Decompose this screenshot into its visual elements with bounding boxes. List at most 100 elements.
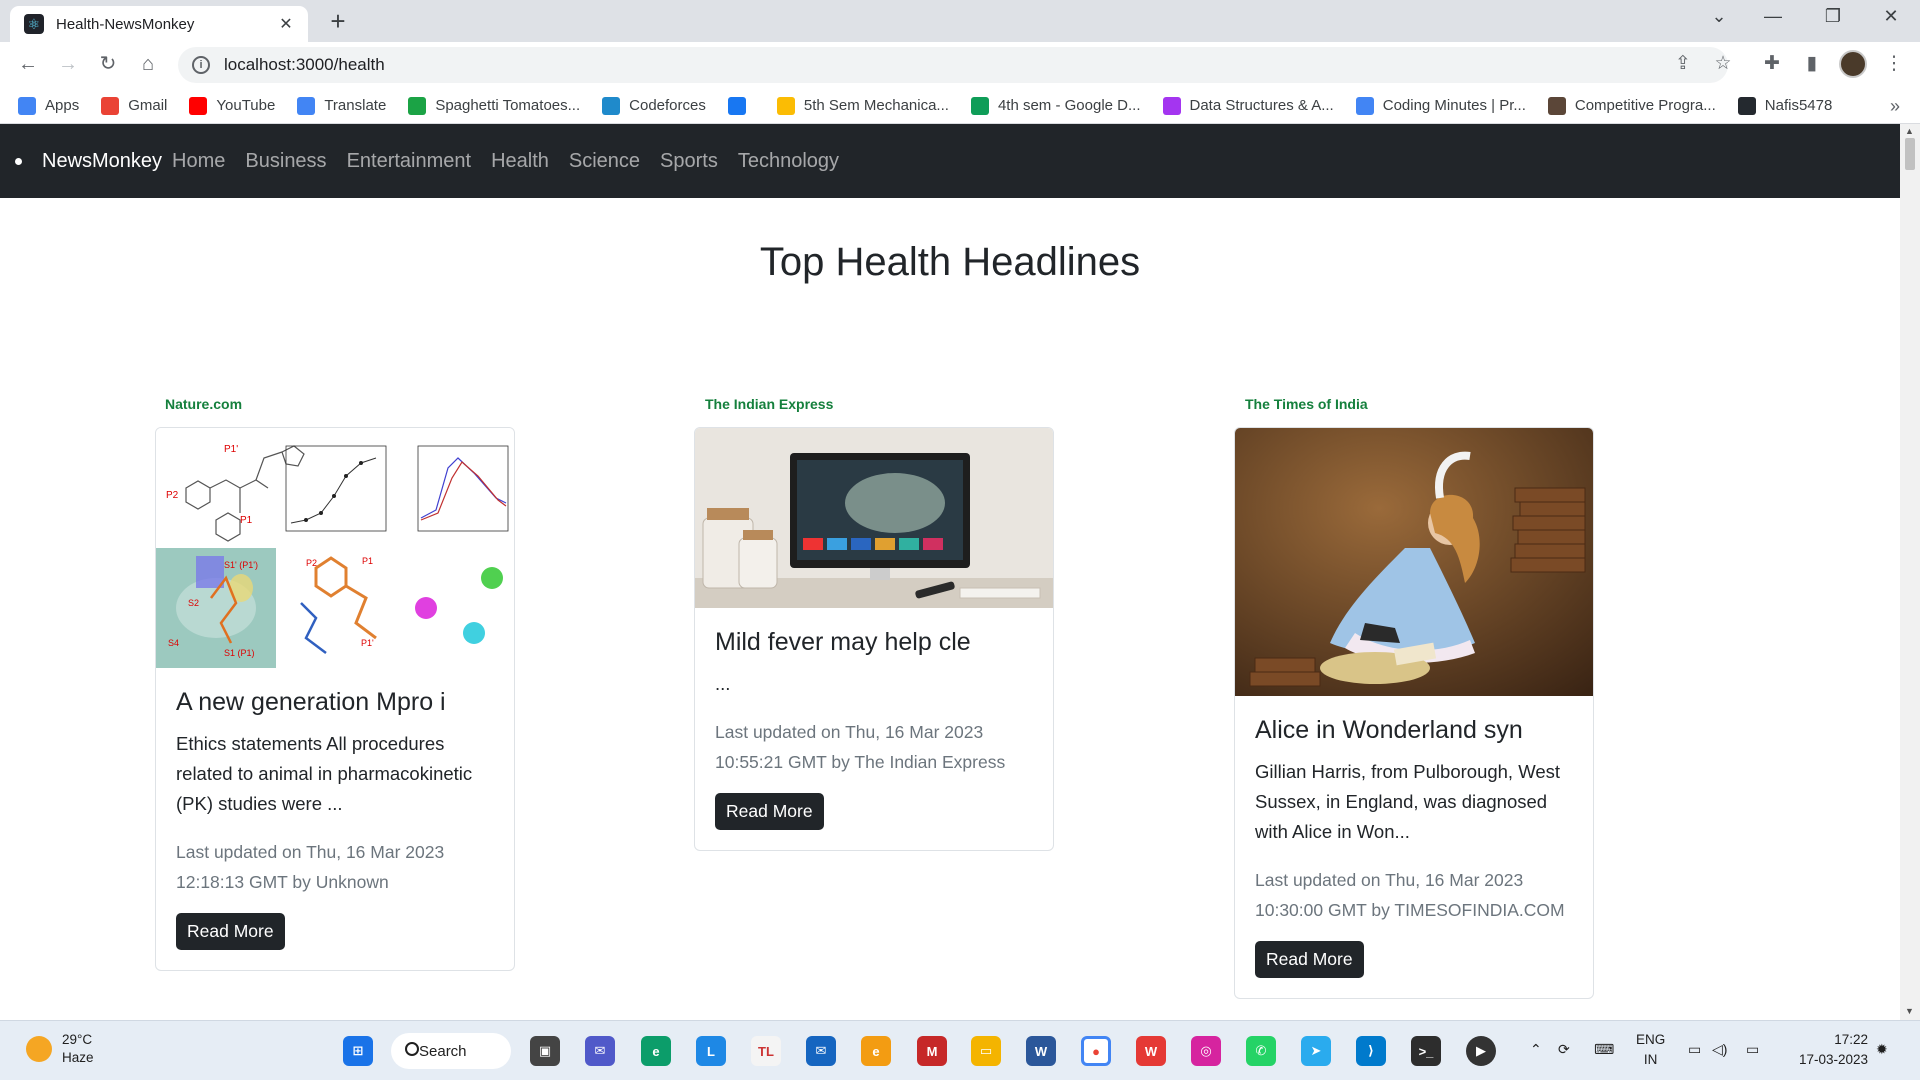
chevron-right-icon[interactable]: » — [1890, 96, 1900, 117]
scroll-down-icon[interactable]: ▼ — [1905, 1006, 1914, 1016]
article-image — [695, 428, 1053, 608]
telegram-icon[interactable]: ➤ — [1301, 1036, 1331, 1066]
language-indicator[interactable]: ENG IN — [1636, 1030, 1665, 1070]
tl-app-icon[interactable]: TL — [751, 1036, 781, 1066]
read-more-button[interactable]: Read More — [1255, 941, 1364, 978]
apps-grid-icon — [18, 96, 36, 115]
chrome-icon[interactable]: ● — [1081, 1036, 1111, 1066]
language-code: ENG — [1636, 1032, 1666, 1047]
mail-icon[interactable]: ✉ — [806, 1036, 836, 1066]
brand-link[interactable]: NewsMonkey — [42, 150, 162, 173]
meta-date: Last updated on Thu, 16 Mar 2023 — [176, 842, 445, 862]
minimize-button[interactable]: — — [1750, 6, 1796, 27]
star-icon[interactable]: ☆ — [1709, 52, 1737, 75]
bookmark-item[interactable]: 5th Sem Mechanica... — [776, 96, 949, 115]
read-more-button[interactable]: Read More — [715, 793, 824, 830]
svg-text:S4: S4 — [168, 638, 179, 648]
scroll-thumb[interactable] — [1905, 138, 1915, 170]
card-description: ... — [715, 673, 731, 694]
bookmark-item[interactable]: Codeforces — [602, 96, 706, 115]
chevron-up-icon[interactable]: ⌃ — [1530, 1041, 1542, 1058]
px-icon — [408, 96, 427, 115]
bookmark-item[interactable]: Translate — [297, 96, 386, 115]
page-viewport: NewsMonkey Home Business Entertainment H… — [0, 124, 1900, 1020]
svg-text:P1': P1' — [361, 638, 374, 648]
address-bar[interactable]: i localhost:3000/health — [178, 47, 1728, 83]
notification-icon[interactable]: ✹ — [1876, 1041, 1888, 1058]
weather-widget[interactable]: 29°C Haze — [26, 1031, 94, 1067]
bookmark-label: Competitive Progra... — [1574, 97, 1716, 114]
codeforces-icon — [602, 96, 621, 115]
scroll-up-icon[interactable]: ▲ — [1905, 126, 1914, 136]
bookmark-item[interactable]: Coding Minutes | Pr... — [1355, 96, 1526, 115]
windows-start-icon[interactable]: ⊞ — [343, 1036, 373, 1066]
mcafee-icon[interactable]: M — [917, 1036, 947, 1066]
meta-time-author: 10:55:21 GMT by The Indian Express — [715, 752, 1006, 772]
nav-link-sports[interactable]: Sports — [660, 150, 718, 173]
edge-canary-icon[interactable]: e — [861, 1036, 891, 1066]
nav-link-home[interactable]: Home — [172, 150, 225, 173]
close-window-button[interactable]: ✕ — [1868, 6, 1914, 27]
edge-beta-icon[interactable]: e — [641, 1036, 671, 1066]
terminal-icon[interactable]: >_ — [1411, 1036, 1441, 1066]
share-icon[interactable]: ⇪ — [1669, 52, 1697, 75]
media-player-icon[interactable]: ▶ — [1466, 1036, 1496, 1066]
url-text: localhost:3000/health — [224, 55, 385, 74]
svg-text:P1: P1 — [240, 515, 253, 526]
battery-icon[interactable]: ▭ — [1746, 1041, 1759, 1058]
vertical-scrollbar[interactable]: ▲ ▼ — [1900, 124, 1920, 1020]
bookmark-label: Apps — [45, 97, 80, 114]
bookmark-item[interactable]: YouTube — [189, 96, 275, 115]
teams-chat-icon[interactable]: ✉ — [585, 1036, 615, 1066]
bookmark-item[interactable]: Data Structures & A... — [1162, 96, 1334, 115]
read-more-button[interactable]: Read More — [176, 913, 285, 950]
home-icon[interactable]: ⌂ — [134, 52, 162, 76]
nav-link-health[interactable]: Health — [491, 150, 549, 173]
word-icon[interactable]: W — [1026, 1036, 1056, 1066]
system-clock[interactable]: 17:22 17-03-2023 — [1780, 1030, 1868, 1070]
instagram-icon[interactable]: ◎ — [1191, 1036, 1221, 1066]
task-view-icon[interactable]: ▣ — [530, 1036, 560, 1066]
forward-arrow-icon[interactable]: → — [54, 52, 82, 76]
bookmark-item[interactable]: Nafis5478 — [1737, 96, 1832, 115]
article-image: P2 P1' P1 S1' (P1') S2 S4 S1 (P1) P2 P1 … — [156, 428, 514, 668]
reload-icon[interactable]: ↻ — [94, 52, 122, 76]
chevron-down-icon[interactable]: ⌄ — [1696, 6, 1742, 27]
taskbar-search[interactable]: Search — [391, 1033, 511, 1069]
nav-link-science[interactable]: Science — [569, 150, 640, 173]
close-icon[interactable]: ✕ — [276, 14, 296, 34]
bookmark-item[interactable] — [727, 96, 755, 115]
restore-button[interactable]: ❐ — [1810, 6, 1856, 27]
back-arrow-icon[interactable]: ← — [14, 52, 42, 76]
card-meta: Last updated on Thu, 16 Mar 2023 10:55:2… — [715, 717, 1033, 777]
wps-office-icon[interactable]: W — [1136, 1036, 1166, 1066]
docs-icon — [1355, 96, 1374, 115]
extensions-icon[interactable]: ✚ — [1758, 52, 1786, 75]
react-icon: ⚛ — [24, 14, 44, 34]
meta-time-author: 12:18:13 GMT by Unknown — [176, 872, 389, 892]
bookmark-item[interactable]: Competitive Progra... — [1547, 96, 1716, 115]
volume-icon[interactable]: ◁) — [1712, 1041, 1727, 1058]
profile-avatar[interactable] — [1839, 50, 1867, 78]
l-app-icon[interactable]: L — [696, 1036, 726, 1066]
browser-tab[interactable]: ⚛ Health-NewsMonkey ✕ — [10, 6, 308, 42]
info-icon[interactable]: i — [192, 56, 210, 74]
file-explorer-icon[interactable]: ▭ — [971, 1036, 1001, 1066]
side-panel-icon[interactable]: ▮ — [1798, 52, 1826, 75]
nav-link-entertainment[interactable]: Entertainment — [347, 150, 472, 173]
whatsapp-icon[interactable]: ✆ — [1246, 1036, 1276, 1066]
bookmark-item[interactable]: Gmail — [101, 96, 167, 115]
menu-dots-icon[interactable]: ⋮ — [1880, 52, 1908, 75]
vscode-icon[interactable]: ⟩ — [1356, 1036, 1386, 1066]
sync-icon[interactable]: ⟳ — [1558, 1041, 1570, 1058]
source-label: The Times of India — [1245, 396, 1368, 412]
nav-link-technology[interactable]: Technology — [738, 150, 839, 173]
bookmark-item[interactable]: Spaghetti Tomatoes... — [408, 96, 580, 115]
bookmark-item[interactable]: 4th sem - Google D... — [970, 96, 1141, 115]
nav-link-business[interactable]: Business — [245, 150, 326, 173]
bookmark-item[interactable]: Apps — [18, 96, 80, 115]
new-tab-button[interactable]: + — [323, 8, 353, 34]
network-icon[interactable]: ▭ — [1688, 1041, 1701, 1058]
keyboard-icon[interactable]: ⌨ — [1594, 1041, 1614, 1058]
temperature: 29°C — [62, 1032, 93, 1047]
